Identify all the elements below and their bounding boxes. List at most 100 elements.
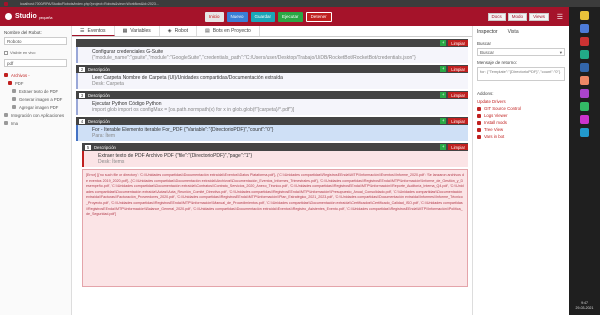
- app-icon[interactable]: [580, 76, 589, 85]
- visible-checkbox-row[interactable]: Visible en vivo: [4, 50, 67, 55]
- logo: Studio pequeña: [0, 13, 110, 20]
- addon-vars[interactable]: Vars in bot: [477, 133, 565, 140]
- sidebar-item-generar[interactable]: Generar imagen a PDF: [4, 95, 67, 103]
- tab-variables[interactable]: ▦ Variables: [115, 26, 160, 36]
- description-label: Descripción: [88, 66, 110, 72]
- clock: 9:47 29-03-2021: [576, 301, 594, 311]
- rocket-icon: [5, 13, 12, 20]
- grid-icon: ▤: [204, 28, 210, 34]
- main-panel: ☰ Eventos ▦ Variables ◈ Robot ▤ Bots en Proy…: [72, 26, 472, 315]
- addon-tree-view[interactable]: Tree View: [477, 126, 565, 133]
- app-icon[interactable]: [580, 24, 589, 33]
- clear-button[interactable]: Limpiar: [448, 118, 468, 124]
- tab-vista[interactable]: Vista: [508, 29, 519, 35]
- modo-button[interactable]: Modo: [507, 12, 528, 21]
- ejecutar-button[interactable]: Ejecutar: [278, 11, 303, 22]
- tabs: ☰ Eventos ▦ Variables ◈ Robot ▤ Bots en Proy…: [72, 26, 472, 37]
- sidebar-item-ima[interactable]: Ima: [4, 119, 67, 127]
- tab-inspector[interactable]: Inspector: [477, 29, 498, 35]
- command-body[interactable]: Configurar credenciales G-Suite {"module…: [76, 47, 468, 63]
- checkbox[interactable]: [4, 50, 8, 55]
- app-icon[interactable]: [580, 63, 589, 72]
- tab-robot[interactable]: ◈ Robot: [160, 26, 197, 36]
- tree-icon: [477, 127, 481, 132]
- command-number: 2: [79, 66, 85, 72]
- add-icon[interactable]: +: [440, 144, 447, 150]
- add-icon[interactable]: +: [440, 118, 447, 124]
- chrome-icon[interactable]: [580, 11, 589, 20]
- command-header[interactable]: 5 Descripción + Limpiar: [82, 143, 468, 151]
- sidebar-item-pdf[interactable]: PDF: [4, 79, 67, 87]
- menu-icon[interactable]: ☰: [557, 13, 563, 21]
- sidebar-item-integracion[interactable]: Integración con Aplicaciones: [4, 111, 67, 119]
- sidebar-item-archivos[interactable]: Archivos -: [4, 71, 67, 79]
- command-header[interactable]: + Limpiar: [76, 39, 468, 47]
- browser-tab-icon[interactable]: [4, 1, 8, 6]
- sidebar-item-extraer[interactable]: Extraer texto de PDF: [4, 87, 67, 95]
- toolbar: Inicio Nuevo Guardar Ejecutar Detener: [205, 11, 332, 22]
- views-button[interactable]: Views: [529, 12, 549, 21]
- taskbar: 9:47 29-03-2021: [569, 7, 600, 315]
- clear-button[interactable]: Limpiar: [448, 92, 468, 98]
- logo-sub: pequeña: [38, 16, 53, 20]
- msg-textarea[interactable]: for: {"Template":"{DirectorioPDF}","coun…: [477, 67, 565, 81]
- variable-icon: ▦: [122, 28, 128, 34]
- description-label: Descripción: [88, 118, 110, 124]
- command-number: 3: [79, 92, 85, 98]
- robot-name-label: Nombre del Robot:: [4, 30, 42, 35]
- robot-icon: ◈: [167, 28, 172, 34]
- clear-button[interactable]: Limpiar: [448, 144, 468, 150]
- app-icon: [4, 113, 8, 117]
- robot-name-input[interactable]: Roboto: [4, 37, 67, 45]
- pdf-icon: [12, 89, 16, 93]
- app-icon[interactable]: [580, 50, 589, 59]
- logo-text: Studio: [15, 13, 37, 20]
- detener-button[interactable]: Detener: [305, 11, 332, 22]
- command-body[interactable]: For - Iterable Elemento iterable For_PDF…: [76, 125, 468, 141]
- addon-install-mods[interactable]: Install mods: [477, 119, 565, 126]
- clear-button[interactable]: Limpiar: [448, 40, 468, 46]
- date: 29-03-2021: [575, 306, 594, 310]
- addon-update-drivers[interactable]: Update Drivers: [477, 98, 565, 105]
- chevron-down-icon: ▾: [559, 50, 562, 55]
- app-icon[interactable]: [580, 115, 589, 124]
- command-header[interactable]: 2 Descripción + Limpiar: [76, 65, 468, 73]
- app-icon[interactable]: [580, 37, 589, 46]
- app-icon[interactable]: [580, 128, 589, 137]
- addon-logs[interactable]: Logs Viewer: [477, 112, 565, 119]
- description-label: Descripción: [88, 92, 110, 98]
- buscar-select[interactable]: Buscar ▾: [477, 48, 565, 56]
- command-body[interactable]: Ejecutar Python Código Python import glo…: [76, 99, 468, 115]
- tab-bots[interactable]: ▤ Bots en Proyecto: [197, 26, 260, 36]
- pdf-icon: [8, 81, 12, 85]
- command-body[interactable]: Leer Carpeta Nombre de Carpeta (UI)/Unid…: [76, 73, 468, 89]
- add-icon[interactable]: +: [440, 40, 447, 46]
- git-icon: [477, 106, 481, 111]
- command-header[interactable]: 4 Descripción + Limpiar: [76, 117, 468, 125]
- command-sub: Desk: Ítems: [98, 159, 125, 165]
- add-icon[interactable]: +: [440, 92, 447, 98]
- install-icon: [477, 120, 481, 125]
- add-icon[interactable]: +: [440, 66, 447, 72]
- tab-eventos[interactable]: ☰ Eventos: [72, 26, 115, 36]
- app-icon[interactable]: [580, 89, 589, 98]
- nuevo-button[interactable]: Nuevo: [226, 11, 248, 22]
- addon-git[interactable]: GIT Source Control: [477, 105, 565, 112]
- url-field[interactable]: localhost:7000/RPA/Studio/Robots/index.p…: [20, 2, 540, 6]
- addons-label: Addons:: [477, 91, 494, 96]
- command-sub: {"module_name":"gsuite","module":"Google…: [92, 55, 416, 61]
- search-input[interactable]: pdf: [4, 59, 67, 67]
- docs-button[interactable]: Docs: [487, 12, 506, 21]
- command-header[interactable]: 3 Descripción + Limpiar: [76, 91, 468, 99]
- sidebar-item-agregar[interactable]: Agregar imagen PDF: [4, 103, 67, 111]
- inicio-button[interactable]: Inicio: [205, 11, 224, 22]
- guardar-button[interactable]: Guardar: [250, 11, 276, 22]
- app-icon[interactable]: [580, 102, 589, 111]
- command-sub: Para: Ítem: [92, 133, 116, 139]
- sidebar: Nombre del Robot: Roboto Visible en vivo…: [0, 26, 72, 315]
- buscar-label: Buscar: [477, 41, 492, 46]
- image-icon: [4, 121, 8, 125]
- msg-label: Mensaje de retorno:: [477, 60, 518, 65]
- command-body[interactable]: Extraer texto de PDF Archivo PDF {"file"…: [82, 151, 468, 167]
- clear-button[interactable]: Limpiar: [448, 66, 468, 72]
